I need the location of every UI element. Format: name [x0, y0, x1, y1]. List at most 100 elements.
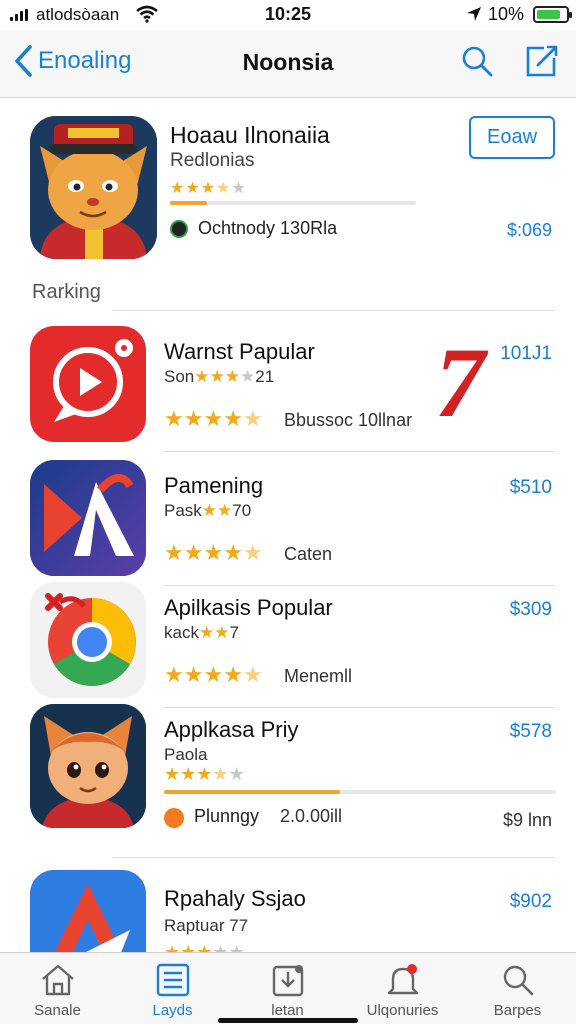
list-item[interactable]: Rpahaly Ssjao Raptuar 77 ★★★★★ $902: [0, 870, 576, 952]
app-detail: Bbussoc 10llnar: [284, 410, 413, 430]
app-name: Apilkasis Popular: [164, 595, 333, 620]
arrow-app-icon: [30, 460, 146, 576]
svg-text:7: 7: [435, 336, 489, 428]
star-icon: ★: [170, 180, 186, 197]
app-detail: Caten: [284, 544, 333, 564]
battery-icon: [533, 6, 572, 23]
divider: [164, 451, 554, 452]
app-subtitle: kack★★7: [164, 623, 239, 642]
download-progress-bar: [164, 790, 556, 794]
star-icon: ★: [185, 180, 201, 197]
tab-lists[interactable]: Layds: [115, 953, 230, 1024]
divider: [112, 310, 554, 311]
featured-get-button[interactable]: Eoaw: [469, 116, 555, 159]
list-item[interactable]: Applkasa Priy Paola ★★★★★ Plunngy 2.0.00…: [0, 704, 576, 858]
rating-stars: ★★★★★: [164, 942, 245, 952]
tab-notifications[interactable]: Ulqonuries: [345, 953, 460, 1024]
app-subtitle: Son★★★★21: [164, 367, 275, 386]
app-detail: Menemll: [284, 666, 353, 686]
rating-stars: ★★★★★: [164, 662, 263, 688]
compose-icon[interactable]: [524, 44, 558, 78]
app-price[interactable]: $510: [510, 477, 552, 499]
star-icon: ★: [164, 406, 184, 431]
divider: [112, 857, 554, 858]
back-label: Enoaling: [38, 47, 132, 74]
search-icon[interactable]: [460, 44, 494, 78]
featured-price: $:069: [506, 220, 552, 240]
tab-label: Ulqonuries: [366, 1002, 439, 1019]
app-subtitle: Raptuar 77: [164, 916, 249, 935]
developer-icon: [170, 220, 188, 238]
star-icon: ★: [183, 540, 204, 565]
tab-updates[interactable]: letan: [230, 953, 345, 1024]
star-icon: ★: [216, 180, 232, 197]
section-label: Rarking: [32, 281, 101, 303]
app-price[interactable]: $578: [510, 721, 552, 743]
tab-label: Layds: [152, 1002, 193, 1019]
tab-label: Barpes: [493, 1002, 542, 1019]
tab-label: letan: [271, 1002, 304, 1019]
star-icon: ★: [212, 764, 229, 784]
featured-app-subtitle: Redlonias: [170, 150, 255, 171]
app-name: Applkasa Priy: [164, 717, 299, 742]
developer-icon: [164, 808, 184, 828]
app-price[interactable]: $902: [510, 891, 552, 913]
download-icon: [272, 965, 304, 997]
bell-icon: [387, 964, 419, 995]
star-icon: ★: [164, 942, 181, 952]
featured-developer: Ochtnody 130Rla: [198, 218, 338, 238]
app-name: Warnst Papular: [164, 339, 315, 364]
video-app-icon: [30, 326, 146, 442]
list-item[interactable]: Pamening Pask★★70 ★★★★★ Caten $510: [0, 460, 576, 586]
star-icon: ★: [180, 764, 197, 784]
featured-app-icon: [30, 116, 157, 259]
tab-search[interactable]: Barpes: [460, 953, 575, 1024]
navigation-bar: Enoaling Noonsia: [0, 30, 576, 98]
app-price[interactable]: 101J1: [500, 343, 552, 365]
app-price[interactable]: $309: [510, 599, 552, 621]
star-icon: ★: [183, 662, 204, 687]
carrier-name: atlodsòaan: [36, 5, 120, 24]
tab-bar: Sanale Layds letan Ulqonuries Barpes: [0, 952, 576, 1024]
home-icon: [42, 964, 74, 996]
star-icon: ★: [180, 942, 197, 952]
app-subtitle: Paola: [164, 745, 208, 764]
home-indicator: [218, 1018, 358, 1023]
app-secondary-price: $9 lnn: [502, 810, 552, 830]
search-icon: [503, 965, 534, 996]
featured-app-name: Hoaau Ilnonaiia: [170, 122, 330, 148]
red-arrow-app-icon: [30, 870, 146, 952]
star-icon: ★: [164, 764, 181, 784]
tab-label: Sanale: [34, 1002, 81, 1019]
tab-home[interactable]: Sanale: [0, 953, 115, 1024]
rank-badge: 7: [435, 336, 489, 428]
star-icon: ★: [196, 942, 213, 952]
star-icon: ★: [223, 540, 243, 565]
star-icon: ★: [203, 662, 224, 687]
location-icon: [467, 7, 481, 21]
star-icon: ★: [228, 942, 245, 952]
chevron-left-icon: [15, 45, 32, 77]
cat-app-icon: [30, 704, 146, 828]
star-icon: ★: [203, 406, 224, 431]
browser-app-icon: [30, 582, 146, 698]
featured-rating-stars: ★★★★★: [170, 178, 247, 198]
star-icon: ★: [228, 764, 245, 784]
back-button[interactable]: Enoaling: [12, 44, 131, 78]
app-name: Pamening: [164, 473, 264, 498]
rating-stars: ★★★★★: [164, 406, 263, 432]
rating-stars: ★★★★★: [164, 540, 263, 566]
app-size: 2.0.00ill: [280, 806, 343, 826]
featured-progress-bar: [170, 201, 416, 205]
star-icon: ★: [223, 662, 243, 687]
featured-app[interactable]: Hoaau Ilnonaiia Redlonias ★★★★★ Ochtnody…: [0, 98, 576, 278]
app-developer: Plunngy: [194, 806, 260, 826]
star-icon: ★: [183, 406, 204, 431]
rating-stars: ★★★★★: [164, 764, 245, 785]
star-icon: ★: [212, 942, 229, 952]
list-item[interactable]: Apilkasis Popular kack★★7 ★★★★★ Menemll …: [0, 582, 576, 708]
status-bar: atlodsòaan 10:25 10%: [0, 0, 576, 30]
star-icon: ★: [200, 180, 217, 197]
star-icon: ★: [196, 764, 213, 784]
app-name: Rpahaly Ssjao: [164, 886, 306, 911]
